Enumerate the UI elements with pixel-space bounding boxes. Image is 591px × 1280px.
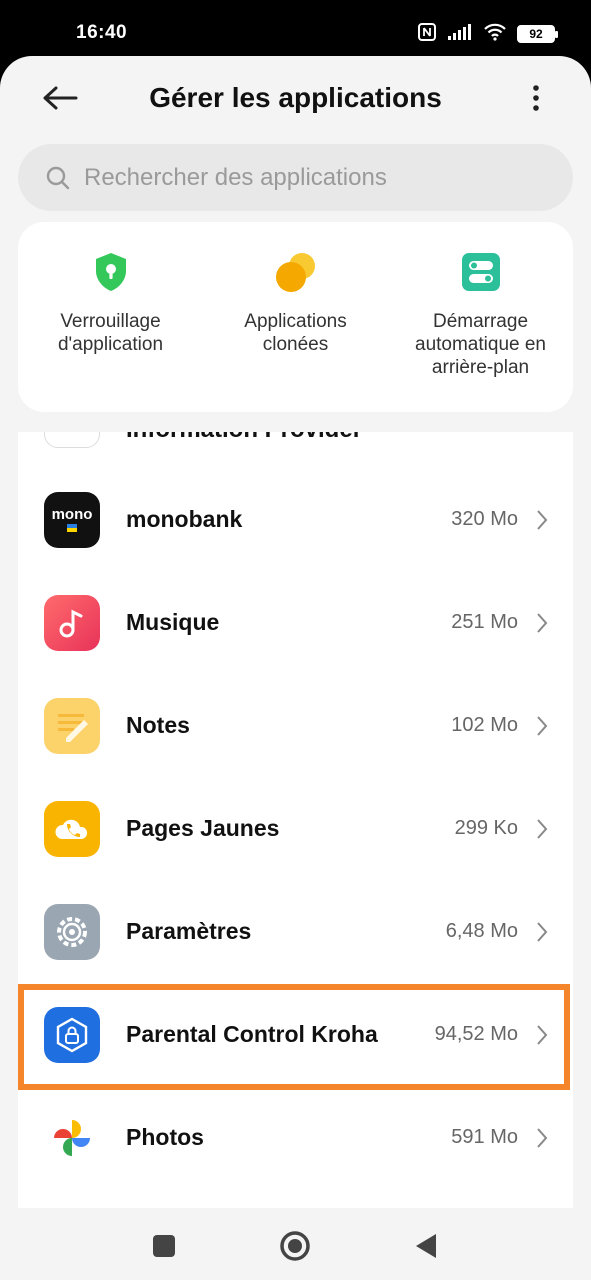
app-name: Information Provider (126, 432, 362, 444)
status-icons: 92 (417, 22, 558, 47)
photos-pinwheel-icon (44, 1109, 100, 1166)
more-options-button[interactable] (521, 78, 551, 118)
wifi-icon (483, 23, 507, 46)
shield-lock-icon (89, 250, 133, 294)
app-size: 591 Mo (451, 1126, 518, 1148)
app-size: 299 Ko (454, 817, 518, 839)
recents-button[interactable] (144, 1228, 184, 1264)
list-item-parental-control-kroha[interactable]: Parental Control Kroha 94,52 Mo (18, 983, 573, 1086)
home-circle-icon (280, 1231, 310, 1261)
home-button[interactable] (275, 1228, 315, 1264)
parental-control-icon (44, 1006, 100, 1063)
clone-circles-icon (274, 250, 318, 294)
shortcut-label: Verrouillage d'application (57, 311, 164, 355)
app-name: Musique (126, 609, 220, 635)
monobank-icon-text: mono (52, 506, 93, 523)
shortcut-label: Applications clonées (244, 311, 347, 355)
page-title: Gérer les applications (149, 82, 442, 113)
chevron-right-icon (535, 817, 549, 841)
nav-back-button[interactable] (406, 1228, 446, 1264)
battery-icon: 92 (517, 25, 558, 43)
notes-icon (44, 697, 100, 754)
music-icon (44, 594, 100, 651)
app-icon (44, 432, 100, 448)
app-name: Parental Control Kroha (126, 1021, 378, 1047)
search-input[interactable] (84, 163, 544, 192)
chevron-right-icon (535, 714, 549, 738)
shortcut-cloned-apps[interactable]: Applications clonées (203, 222, 388, 412)
list-item-monobank[interactable]: mono monobank 320 Mo (18, 468, 573, 571)
app-name: Paramètres (126, 918, 252, 944)
shortcut-label: Démarrage automatique en arrière-plan (415, 311, 546, 378)
list-item-parametres[interactable]: Paramètres 6,48 Mo (18, 880, 573, 983)
list-item-notes[interactable]: Notes 102 Mo (18, 674, 573, 777)
chevron-right-icon (535, 508, 549, 532)
recents-square-icon (153, 1235, 175, 1257)
back-triangle-icon (416, 1234, 436, 1258)
app-name: Photos (126, 1124, 204, 1150)
status-time: 16:40 (76, 22, 128, 43)
app-list[interactable]: Information Provider mono monobank 320 M… (18, 432, 573, 1208)
chevron-right-icon (535, 1023, 549, 1047)
signal-icon (447, 23, 473, 46)
status-bar: 16:40 92 (0, 0, 591, 60)
nfc-icon (417, 22, 437, 47)
app-size: 94,52 Mo (434, 1023, 518, 1045)
shortcut-app-lock[interactable]: Verrouillage d'application (18, 222, 203, 412)
more-vertical-icon (533, 85, 539, 111)
app-name: monobank (126, 506, 243, 532)
pages-jaunes-icon (44, 800, 100, 857)
app-size: 251 Mo (451, 611, 518, 633)
list-item-musique[interactable]: Musique 251 Mo (18, 571, 573, 674)
chevron-right-icon (535, 920, 549, 944)
app-size: 6,48 Mo (445, 920, 518, 942)
list-item-pages-jaunes[interactable]: Pages Jaunes 299 Ko (18, 777, 573, 880)
toggle-switch-icon (459, 250, 503, 294)
shortcuts-card: Verrouillage d'application Applications … (18, 222, 573, 412)
settings-gear-icon (44, 903, 100, 960)
app-size: 102 Mo (451, 714, 518, 736)
search-bar[interactable] (18, 144, 573, 211)
app-name: Pages Jaunes (126, 815, 280, 841)
list-item-photos[interactable]: Photos 591 Mo (18, 1086, 573, 1189)
chevron-right-icon (535, 611, 549, 635)
header: Gérer les applications (0, 56, 591, 140)
app-size: 320 Mo (451, 508, 518, 530)
app-name: Notes (126, 712, 190, 738)
chevron-right-icon (535, 1126, 549, 1150)
navigation-bar (0, 1208, 591, 1280)
search-icon (44, 164, 72, 192)
manage-apps-screen: Gérer les applications Verrouillage d'ap… (0, 56, 591, 1280)
monobank-icon: mono (44, 491, 100, 548)
shortcut-autostart[interactable]: Démarrage automatique en arrière-plan (388, 222, 573, 412)
list-item-partial[interactable]: Information Provider (18, 432, 573, 458)
